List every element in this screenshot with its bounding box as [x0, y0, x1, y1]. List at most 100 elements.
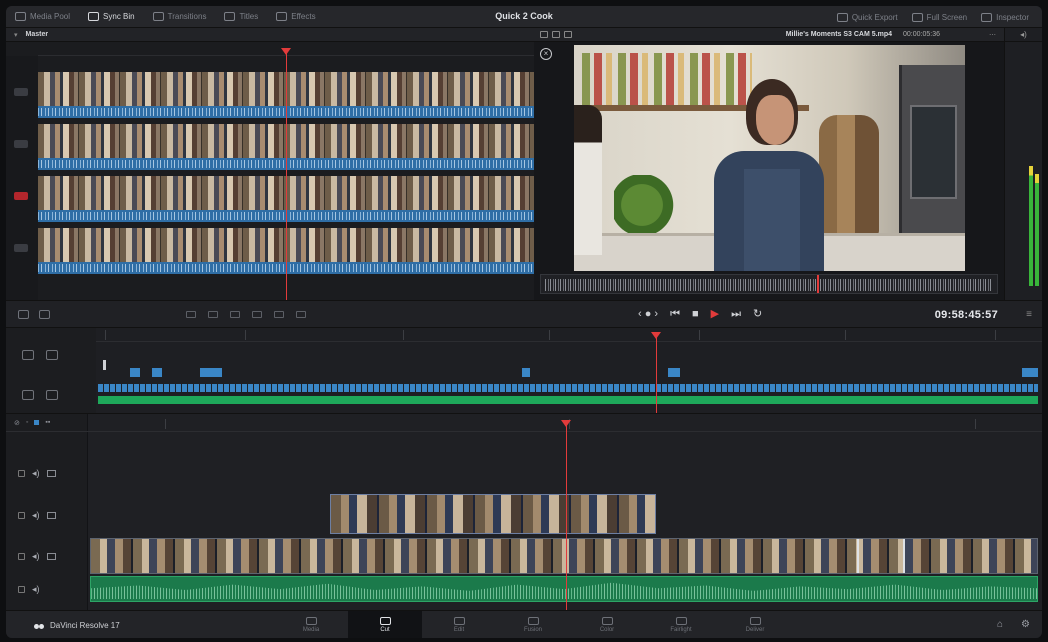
speaker-icon[interactable]: ◂)	[1005, 28, 1042, 42]
tab-fairlight[interactable]: Fairlight	[644, 611, 718, 638]
menu-icon[interactable]: ≡	[1026, 309, 1032, 320]
cut-page-icon	[379, 617, 391, 625]
track-header-v3: ◂)	[6, 458, 88, 488]
tab-edit[interactable]: Edit	[422, 611, 496, 638]
jog-icon[interactable]: ‹ ● ›	[638, 307, 658, 321]
settings-icon[interactable]: ⚙	[1021, 619, 1030, 630]
full-screen-button[interactable]: Full Screen	[905, 6, 974, 28]
davinci-resolve-window: Media Pool Sync Bin Transitions Titles E…	[6, 6, 1042, 638]
overview-audio-track[interactable]	[98, 396, 1038, 404]
upper-timeline[interactable]	[6, 328, 1042, 414]
lock-icon[interactable]	[18, 552, 25, 560]
tab-fairlight-label: Fairlight	[670, 627, 692, 633]
tab-color-label: Color	[599, 627, 615, 633]
viewer-options-icon[interactable]: ⋯	[989, 31, 996, 39]
clip-edit-point[interactable]	[857, 539, 859, 573]
overview-clip[interactable]	[668, 368, 680, 377]
link-icon[interactable]	[46, 390, 58, 400]
timecode-display: 09:58:45:57	[934, 309, 998, 321]
source-tape[interactable]	[6, 42, 534, 300]
lock-icon[interactable]	[18, 585, 25, 593]
user-icon[interactable]	[39, 310, 50, 319]
speaker-icon[interactable]: ◂)	[32, 510, 40, 521]
smart-insert-icon[interactable]	[186, 311, 196, 318]
source-tape-playhead[interactable]	[281, 48, 291, 300]
speaker-icon[interactable]: ◂)	[32, 551, 40, 562]
upper-timeline-side	[6, 328, 96, 413]
skip-back-icon[interactable]: ⏮	[670, 307, 680, 321]
close-icon[interactable]: ×	[540, 48, 552, 60]
speaker-icon[interactable]: ◂)	[32, 584, 40, 595]
lock-icon[interactable]	[18, 511, 25, 519]
effects-button[interactable]: Effects	[267, 6, 324, 27]
media-pool-icon	[15, 12, 26, 21]
lock-icon[interactable]	[22, 390, 34, 400]
timeline-audio-clip-a1[interactable]	[90, 576, 1038, 602]
viewer[interactable]: ×	[534, 42, 1004, 300]
viewer-scrub-bar[interactable]	[540, 274, 998, 294]
tab-fusion[interactable]: Fusion	[496, 611, 570, 638]
loop-icon[interactable]: ↻	[753, 307, 762, 321]
ripple-overwrite-icon[interactable]	[230, 311, 240, 318]
edit-page-icon	[453, 617, 465, 625]
viewer-mode-icon[interactable]	[540, 31, 548, 38]
clip-camera-icon-selected[interactable]	[14, 192, 28, 200]
lower-timeline-playhead[interactable]	[561, 420, 571, 610]
source-overwrite-icon[interactable]	[296, 311, 306, 318]
lower-timeline[interactable]: ⊘ ◦ ▪▪ ◂) ◂) ◂) ◂)	[6, 414, 1042, 610]
video-toggle-icon[interactable]	[46, 469, 56, 477]
brand-name: DaVinci Resolve 17	[50, 620, 120, 630]
sync-bin-label: Sync Bin	[103, 12, 135, 21]
lock-icon[interactable]	[18, 469, 25, 477]
play-icon[interactable]: ▶	[711, 307, 719, 321]
append-icon[interactable]	[208, 311, 218, 318]
sync-bin-button[interactable]: Sync Bin	[79, 6, 144, 27]
viewer-mode-icon[interactable]	[552, 31, 560, 38]
color-tag-icon[interactable]	[34, 420, 40, 425]
zoom-icon[interactable]: ▪▪	[45, 419, 50, 426]
timeline-options-icon[interactable]	[18, 310, 29, 319]
full-screen-icon	[911, 12, 923, 22]
skip-forward-icon[interactable]: ⏭	[731, 307, 741, 321]
quick-export-button[interactable]: Quick Export	[830, 6, 905, 28]
mute-icon[interactable]: ◦	[26, 419, 28, 426]
clip-edit-point[interactable]	[903, 539, 905, 573]
overview-clip[interactable]	[1022, 368, 1038, 377]
transitions-button[interactable]: Transitions	[144, 6, 216, 27]
home-icon[interactable]: ⌂	[997, 619, 1003, 630]
stop-icon[interactable]: ■	[692, 307, 699, 321]
titles-button[interactable]: Titles	[215, 6, 267, 27]
place-on-top-icon[interactable]	[274, 311, 284, 318]
tab-deliver[interactable]: Deliver	[718, 611, 792, 638]
viewer-mode-icon[interactable]	[564, 31, 572, 38]
source-tape-header: ▾ Master	[6, 28, 534, 42]
bin-selector[interactable]: Master	[26, 31, 49, 38]
tab-cut[interactable]: Cut	[348, 611, 422, 638]
overview-clip[interactable]	[152, 368, 162, 377]
clip-camera-icon[interactable]	[14, 88, 28, 96]
tab-color[interactable]: Color	[570, 611, 644, 638]
speaker-icon[interactable]: ◂)	[32, 468, 40, 479]
chevron-down-icon[interactable]: ▾	[14, 31, 18, 39]
video-toggle-icon[interactable]	[46, 511, 56, 519]
upper-timeline-ruler[interactable]	[96, 328, 1042, 342]
close-up-icon[interactable]	[252, 311, 262, 318]
timeline-clip-v1[interactable]	[90, 538, 1038, 574]
track-header-v1: ◂)	[6, 541, 88, 571]
text-tool-icon[interactable]	[22, 350, 34, 360]
overview-clip[interactable]	[522, 368, 530, 377]
scrub-playhead[interactable]	[817, 275, 819, 293]
upper-timeline-playhead[interactable]	[651, 332, 661, 413]
overview-clip[interactable]	[130, 368, 140, 377]
clip-camera-icon[interactable]	[14, 140, 28, 148]
inspector-button[interactable]: Inspector	[974, 6, 1036, 28]
snap-icon[interactable]	[46, 350, 58, 360]
clip-camera-icon[interactable]	[14, 244, 28, 252]
media-pool-button[interactable]: Media Pool	[6, 6, 79, 27]
overview-clip[interactable]	[200, 368, 222, 377]
link-icon[interactable]: ⊘	[14, 419, 20, 427]
video-toggle-icon[interactable]	[46, 552, 56, 560]
overview-video-track[interactable]	[98, 384, 1038, 392]
tab-media[interactable]: Media	[274, 611, 348, 638]
timeline-clip-v2[interactable]	[330, 494, 656, 534]
